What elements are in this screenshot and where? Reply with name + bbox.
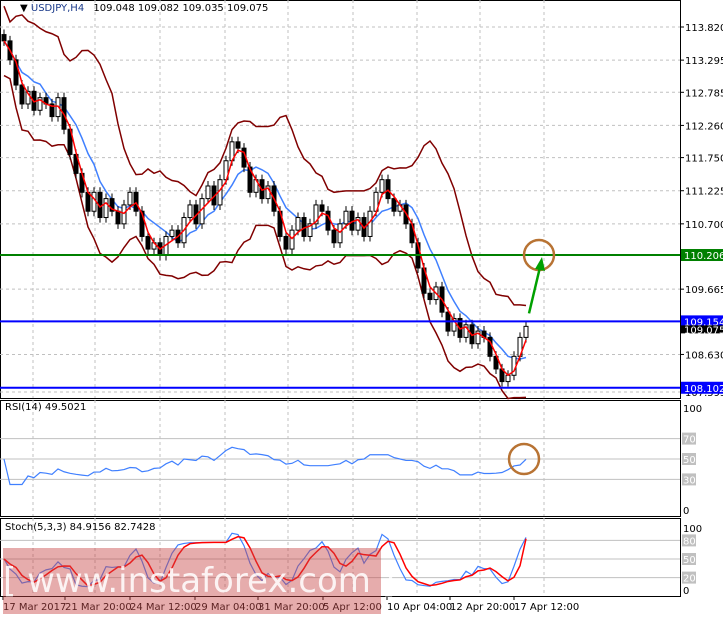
x-label: 12 Apr 20:00 [450,602,515,613]
candle-body [127,191,133,206]
rsi-tick: 70 [683,435,696,446]
rsi-tick: 100 [683,404,702,415]
stoch-tick: 100 [683,524,702,535]
candle-body [337,223,343,244]
bollinger-upper [3,5,527,307]
price-label: 108.630 [685,350,723,361]
rsi-label: RSI(14) 49.5021 [5,402,87,413]
price-label: 109.665 [685,285,723,296]
candle-body [145,235,151,250]
ohlc-values: 109.048 109.082 109.035 109.075 [93,3,269,14]
candle-body [343,210,349,225]
candle-body [103,198,109,219]
candle-body [1,34,7,42]
price-label: 113.295 [685,56,723,67]
candle-body [133,191,139,212]
candle-body [283,235,289,250]
candle-body [85,191,91,212]
candle-body [523,325,529,338]
candle-body [319,204,325,212]
level-label: 110.206 [684,251,723,262]
stoch-tick: 50 [683,555,696,566]
rsi-tick: 30 [683,475,696,486]
candle-body [205,185,211,200]
candle-body [331,229,337,244]
level-label: 108.102 [684,384,723,395]
x-label: 17 Apr 12:00 [514,602,579,613]
candle-body [121,204,127,225]
candle-body [385,179,391,200]
price-label: 112.785 [685,88,723,99]
header-triangle-icon: ▼ [20,3,28,14]
rsi-tick: 50 [683,455,696,466]
price-label: 113.820 [685,23,723,34]
candle-body [115,210,121,225]
stoch-tick: 20 [683,574,696,585]
candle-body [325,210,331,231]
price-label: 111.750 [685,154,723,165]
symbol-label: USDJPY,H4 [30,3,85,14]
candle-body [187,204,193,219]
candle-body [505,374,511,383]
candle-body [169,229,175,237]
current-price-label: 109.075 [684,325,723,336]
candle-body [19,84,25,105]
chart-header: ▼ USDJPY,H4 109.048 109.082 109.035 109.… [20,3,268,14]
rsi-tick: 0 [683,506,689,517]
stoch-label: Stoch(5,3,3) 84.9156 82.7428 [5,522,156,533]
price-label: 111.225 [685,187,723,198]
bollinger-lower [3,74,527,400]
stoch-tick: 0 [683,586,689,597]
price-label: 112.260 [685,121,723,132]
stoch-tick: 80 [683,536,696,547]
candle-body [295,217,301,231]
watermark: [ www.instaforex.com ] [3,548,395,614]
price-label: 110.700 [685,220,723,231]
chart-window: 17 Mar 2017 21 Mar 20:00 24 Mar 12:00 29 Ma… [0,0,723,618]
candle-body [379,179,385,193]
candle-body [235,141,241,149]
candle-body [391,198,397,212]
x-label: 10 Apr 04:00 [387,602,452,613]
candle-body [427,292,433,301]
